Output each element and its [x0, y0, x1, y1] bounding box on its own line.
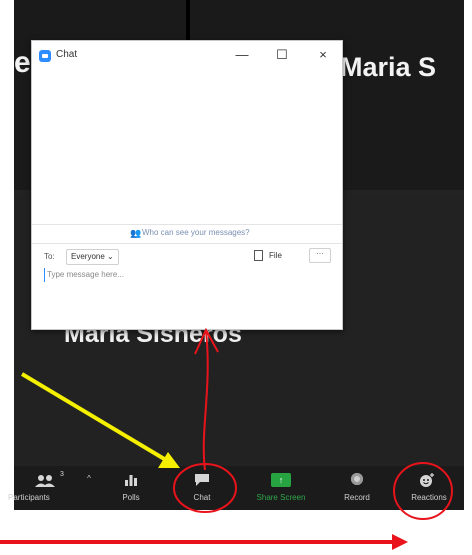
polls-label: Polls: [122, 493, 140, 502]
share-screen-label: Share Screen: [256, 493, 306, 502]
more-options-button[interactable]: ···: [309, 248, 331, 263]
red-horizontal-arrowhead: [392, 534, 408, 550]
to-label: To:: [44, 252, 55, 261]
chevron-up-icon[interactable]: ^: [82, 474, 96, 483]
privacy-notice-text[interactable]: Who can see your messages?: [142, 228, 250, 237]
participants-label: Participants: [8, 493, 50, 502]
chat-button[interactable]: Chat: [174, 466, 230, 510]
record-icon: [351, 473, 363, 485]
file-icon: [254, 250, 263, 262]
chevron-down-icon: ⌄: [107, 252, 114, 261]
polls-button[interactable]: Polls: [114, 466, 148, 510]
people-icon: 👥: [130, 228, 142, 238]
share-screen-button[interactable]: ↑ Share Screen: [246, 466, 316, 510]
participants-button[interactable]: 3 Participants ^: [8, 466, 91, 510]
polls-icon: [114, 472, 148, 488]
participants-icon: [14, 472, 89, 488]
participant-count: 3: [60, 471, 64, 478]
reactions-icon: [398, 472, 460, 488]
meeting-toolbar: 3 Participants ^ Polls Chat ↑ Share Scre…: [8, 466, 464, 510]
chat-message-area[interactable]: [32, 71, 342, 223]
participant-name-partial: e: [14, 46, 31, 79]
recipient-value: Everyone: [71, 252, 105, 261]
file-button[interactable]: File: [254, 248, 282, 264]
reactions-label: Reactions: [411, 493, 447, 502]
privacy-notice[interactable]: 👥 Who can see your messages?: [32, 224, 342, 244]
chat-window[interactable]: Chat — ☐ × 👥 Who can see your messages? …: [31, 40, 343, 330]
record-label: Record: [344, 493, 370, 502]
zoom-logo-icon: [39, 50, 51, 62]
chat-title: Chat: [56, 49, 78, 60]
recipient-dropdown[interactable]: Everyone ⌄: [66, 249, 119, 265]
file-label: File: [269, 251, 282, 260]
close-icon[interactable]: ×: [313, 47, 333, 63]
message-input[interactable]: Type message here...: [44, 268, 332, 282]
chat-label: Chat: [193, 493, 211, 502]
chat-titlebar[interactable]: Chat — ☐ ×: [32, 41, 342, 71]
reactions-button[interactable]: Reactions: [398, 466, 460, 510]
minimize-icon[interactable]: —: [232, 47, 252, 63]
record-button[interactable]: Record: [332, 466, 382, 510]
maximize-icon[interactable]: ☐: [272, 47, 292, 63]
participant-name: Maria S: [340, 52, 437, 82]
share-screen-icon: ↑: [271, 473, 291, 487]
chat-icon: [174, 472, 230, 488]
